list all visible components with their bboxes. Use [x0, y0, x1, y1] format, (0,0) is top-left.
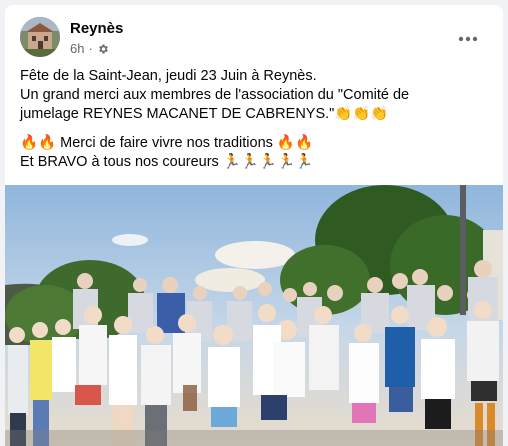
more-horizontal-icon — [458, 29, 478, 47]
post-text-line: jumelage REYNES MACANET DE CABRENYS."👏👏👏 — [20, 106, 389, 122]
post-author-name[interactable]: Reynès — [70, 20, 123, 37]
post-header: Reynès 6h · — [20, 17, 491, 61]
post-text-line: Et BRAVO à tous nos coureurs 🏃🏃🏃🏃🏃 — [20, 154, 314, 170]
more-options-button[interactable] — [453, 23, 483, 53]
post-text: Fête de la Saint-Jean, jeudi 23 Juin à R… — [20, 67, 489, 172]
post-meta: 6h · — [70, 41, 109, 56]
post-text-line: Un grand merci aux membres de l'associat… — [20, 87, 410, 103]
post-photo[interactable] — [5, 185, 503, 446]
post-timestamp[interactable]: 6h — [70, 41, 84, 56]
settings-gear-icon[interactable] — [97, 43, 109, 55]
meta-separator: · — [88, 41, 93, 56]
group-photo-illustration — [5, 185, 503, 446]
post-text-line: 🔥🔥 Merci de faire vivre nos traditions 🔥… — [20, 135, 314, 151]
page-avatar[interactable] — [20, 17, 60, 57]
post-text-line: Fête de la Saint-Jean, jeudi 23 Juin à R… — [20, 68, 317, 84]
post-card: Reynès 6h · Fête de la Saint-Jean, jeudi… — [5, 5, 503, 446]
